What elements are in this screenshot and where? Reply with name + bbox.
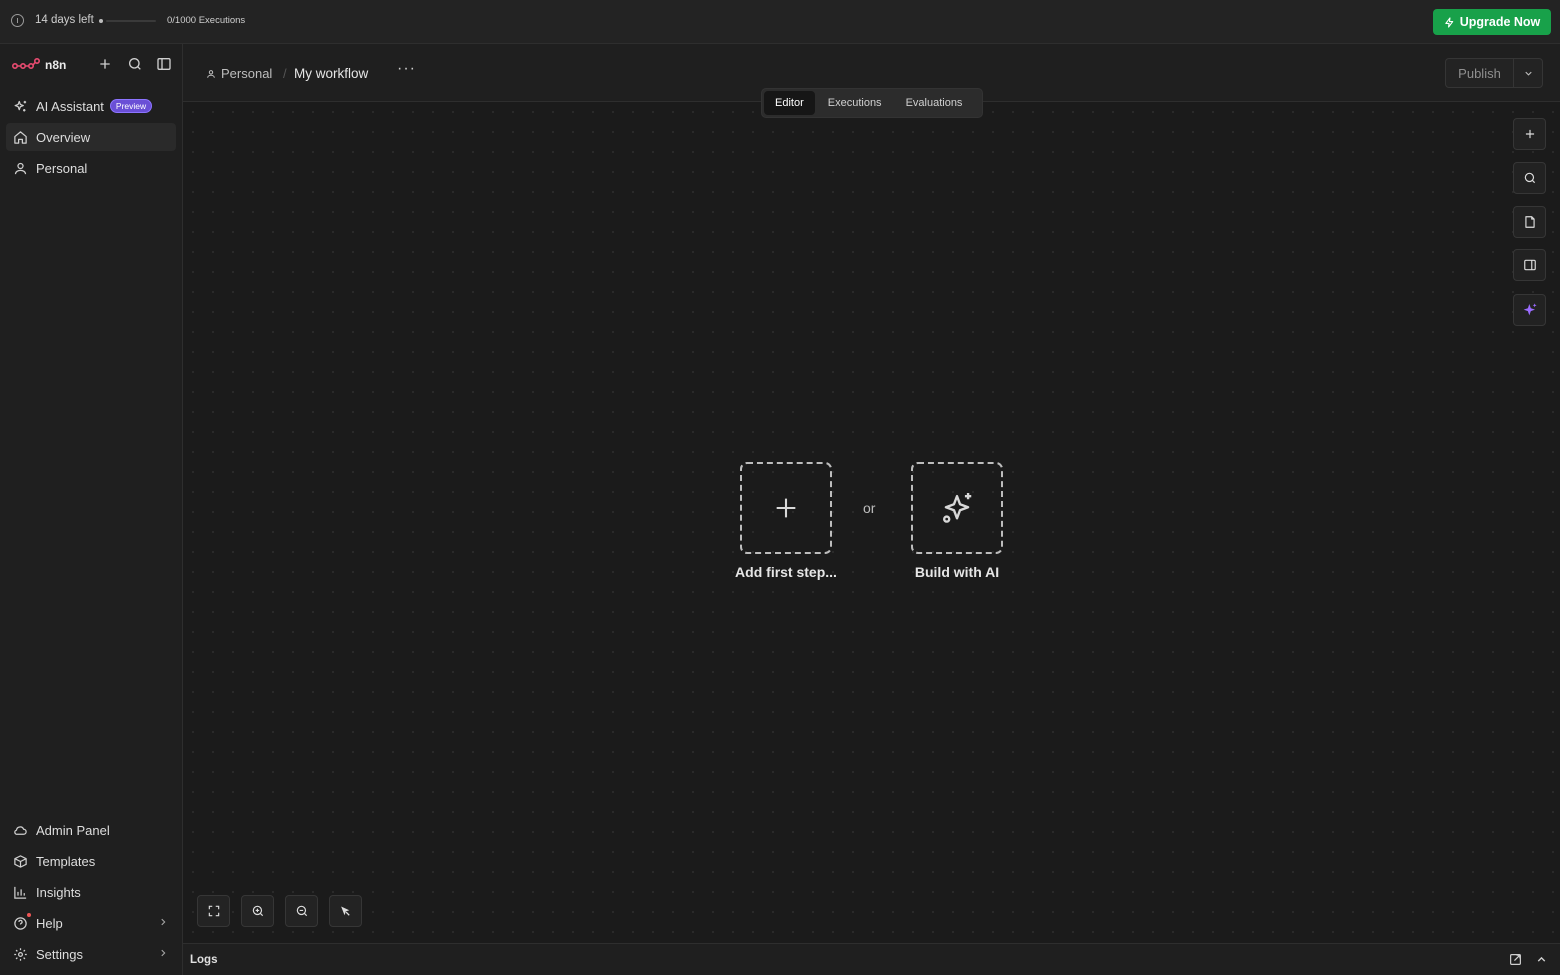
fit-view-button[interactable]	[197, 895, 230, 927]
sidebar-item-label: Personal	[36, 160, 88, 176]
sidebar-item-label: AI Assistant	[36, 98, 104, 114]
toggle-panel-button[interactable]	[1513, 249, 1546, 281]
search-icon[interactable]	[127, 56, 143, 72]
bolt-icon	[1445, 16, 1453, 28]
tab-executions[interactable]: Executions	[817, 91, 893, 115]
sidebar-item-label: Help	[36, 915, 63, 931]
sidebar: n8n AI Assistant Preview Overview Person…	[0, 44, 183, 975]
sidebar-item-label: Settings	[36, 946, 83, 962]
add-node-button[interactable]	[1513, 118, 1546, 150]
panel-right-icon	[1523, 259, 1536, 271]
workflow-name[interactable]: My workflow	[294, 66, 368, 81]
box-icon	[13, 854, 28, 869]
ai-sparkle-icon	[1523, 303, 1537, 316]
chevron-right-icon	[158, 917, 168, 927]
zoom-in-icon	[252, 905, 263, 917]
zoom-out-button[interactable]	[285, 895, 318, 927]
info-icon	[11, 14, 24, 27]
publish-button[interactable]: Publish	[1446, 59, 1514, 87]
tab-editor[interactable]: Editor	[764, 91, 815, 115]
build-with-ai-label: Build with AI	[914, 564, 1000, 580]
logs-bar[interactable]: Logs	[183, 943, 1560, 975]
sidebar-item-insights[interactable]: Insights	[6, 878, 176, 906]
sidebar-item-overview[interactable]: Overview	[6, 123, 176, 151]
collapse-sidebar-icon[interactable]	[156, 56, 172, 72]
tidy-up-button[interactable]	[329, 895, 362, 927]
executions-progress-bar	[106, 20, 156, 22]
workflow-canvas[interactable]	[183, 102, 1560, 943]
publish-button-group: Publish	[1445, 58, 1543, 88]
sidebar-item-label: Overview	[36, 129, 91, 145]
or-separator: or	[863, 500, 876, 516]
help-circle-icon	[13, 916, 28, 931]
sidebar-item-label: Admin Panel	[36, 822, 110, 838]
chevron-down-icon[interactable]	[1514, 59, 1542, 87]
trial-banner: 14 days left 0/1000 Executions Upgrade N…	[0, 0, 1560, 44]
sidebar-item-settings[interactable]: Settings	[6, 940, 176, 968]
maximize-icon	[208, 905, 219, 917]
notification-dot	[27, 913, 31, 917]
upgrade-now-button[interactable]: Upgrade Now	[1433, 9, 1551, 35]
home-icon	[13, 130, 28, 145]
pop-out-icon[interactable]	[1509, 953, 1522, 966]
zoom-out-icon	[296, 905, 307, 917]
plus-icon[interactable]	[97, 56, 113, 72]
logo-text: n8n	[45, 58, 67, 72]
plus-icon	[776, 498, 796, 518]
tab-evaluations[interactable]: Evaluations	[895, 91, 974, 115]
sidebar-item-admin-panel[interactable]: Admin Panel	[6, 816, 176, 844]
preview-badge: Preview	[109, 99, 153, 113]
upgrade-label: Upgrade Now	[1459, 15, 1541, 29]
sidebar-item-label: Insights	[36, 884, 81, 900]
separator-dot	[99, 19, 103, 23]
breadcrumb-project[interactable]: Personal	[206, 66, 272, 81]
breadcrumb-project-label: Personal	[221, 66, 273, 81]
gear-icon	[13, 947, 28, 962]
bar-chart-icon	[13, 885, 28, 900]
sidebar-item-ai-assistant[interactable]: AI Assistant Preview	[6, 92, 176, 120]
build-with-ai-button[interactable]	[911, 462, 1003, 554]
search-icon	[1524, 172, 1535, 184]
add-first-step-button[interactable]	[740, 462, 832, 554]
logs-label: Logs	[190, 954, 218, 966]
sparkles-icon	[13, 99, 28, 114]
view-tabs: Editor Executions Evaluations	[761, 88, 983, 118]
chevron-right-icon	[158, 948, 168, 958]
n8n-logo-icon	[12, 58, 40, 70]
plus-icon	[1525, 129, 1534, 139]
sidebar-item-personal[interactable]: Personal	[6, 154, 176, 182]
add-first-step-label: Add first step...	[735, 564, 837, 580]
sidebar-item-label: Templates	[36, 853, 96, 869]
trial-days-left: 14 days left	[35, 14, 94, 26]
breadcrumb-separator: /	[283, 66, 287, 81]
n8n-logo[interactable]: n8n	[12, 56, 66, 74]
search-nodes-button[interactable]	[1513, 162, 1546, 194]
cloud-icon	[13, 823, 28, 838]
chevron-up-icon[interactable]	[1535, 953, 1548, 966]
executions-count: 0/1000 Executions	[167, 15, 246, 26]
user-icon	[13, 161, 28, 176]
sticky-note-icon	[1524, 216, 1535, 228]
sparkles-icon	[942, 492, 972, 523]
sidebar-item-help[interactable]: Help	[6, 909, 176, 937]
sidebar-item-templates[interactable]: Templates	[6, 847, 176, 875]
more-options-icon[interactable]: ···	[397, 60, 416, 78]
sticky-note-button[interactable]	[1513, 206, 1546, 238]
zoom-in-button[interactable]	[241, 895, 274, 927]
ai-assistant-button[interactable]	[1513, 294, 1546, 326]
wand-icon	[341, 906, 350, 916]
user-icon	[207, 69, 215, 78]
